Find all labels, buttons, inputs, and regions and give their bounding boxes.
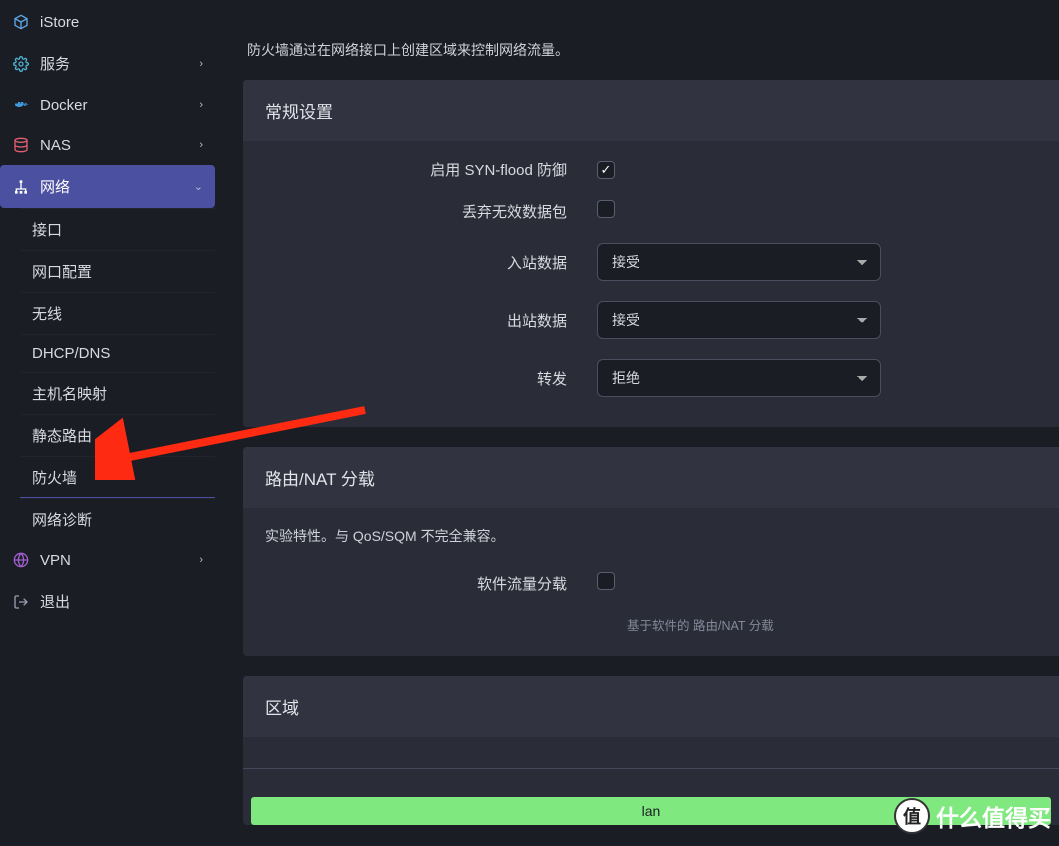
chevron-right-icon: › xyxy=(199,554,203,566)
docker-icon xyxy=(12,96,30,114)
label-drop-invalid: 丢弃无效数据包 xyxy=(265,201,597,222)
subitem-hostnames[interactable]: 主机名映射 xyxy=(20,372,215,414)
sidebar-item-label: iStore xyxy=(40,14,79,31)
sidebar-item-nas[interactable]: NAS › xyxy=(0,125,215,165)
label-output: 出站数据 xyxy=(265,310,597,331)
sidebar-item-network[interactable]: 网络 ⌄ xyxy=(0,165,215,208)
gear-icon xyxy=(12,55,30,73)
checkbox-syn-flood[interactable] xyxy=(597,161,615,179)
sidebar-item-services[interactable]: 服务 › xyxy=(0,42,215,85)
select-output[interactable]: 接受 xyxy=(597,301,881,339)
hint-sw-offload: 基于软件的 路由/NAT 分载 xyxy=(265,615,1041,634)
watermark-badge-icon: 值 xyxy=(894,798,930,834)
label-sw-offload: 软件流量分载 xyxy=(265,573,597,594)
subitem-static-routes[interactable]: 静态路由 xyxy=(20,414,215,456)
select-input[interactable]: 接受 xyxy=(597,243,881,281)
checkbox-drop-invalid[interactable] xyxy=(597,200,615,218)
sidebar-item-docker[interactable]: Docker › xyxy=(0,85,215,125)
watermark: 值 什么值得买 xyxy=(894,798,1051,834)
panel-general: 常规设置 启用 SYN-flood 防御 丢弃无效数据包 入站数据 接受 出站数… xyxy=(243,80,1059,427)
subitem-interfaces[interactable]: 接口 xyxy=(20,208,215,250)
label-forward: 转发 xyxy=(265,368,597,389)
panel-nat-offload: 路由/NAT 分载 实验特性。与 QoS/SQM 不完全兼容。 软件流量分载 基… xyxy=(243,447,1059,656)
subitem-firewall[interactable]: 防火墙 xyxy=(20,456,215,498)
chevron-down-icon: ⌄ xyxy=(194,180,203,193)
panel-header-nat: 路由/NAT 分载 xyxy=(243,447,1059,508)
sidebar-item-label: 服务 xyxy=(40,53,70,74)
label-syn-flood: 启用 SYN-flood 防御 xyxy=(265,159,597,180)
sidebar-item-logout[interactable]: 退出 xyxy=(0,580,215,623)
logout-icon xyxy=(12,593,30,611)
chevron-right-icon: › xyxy=(199,58,203,70)
page-description: 防火墙通过在网络接口上创建区域来控制网络流量。 xyxy=(243,0,1059,80)
sidebar-item-vpn[interactable]: VPN › xyxy=(0,540,215,580)
watermark-text: 什么值得买 xyxy=(936,799,1051,833)
checkbox-sw-offload[interactable] xyxy=(597,572,615,590)
subitem-dhcp-dns[interactable]: DHCP/DNS xyxy=(20,334,215,372)
nat-note: 实验特性。与 QoS/SQM 不完全兼容。 xyxy=(265,526,1041,572)
sidebar-item-label: Docker xyxy=(40,97,88,114)
sidebar-item-istore[interactable]: iStore xyxy=(0,2,215,42)
sidebar-item-label: NAS xyxy=(40,137,71,154)
database-icon xyxy=(12,136,30,154)
subitem-wireless[interactable]: 无线 xyxy=(20,292,215,334)
chevron-right-icon: › xyxy=(199,139,203,151)
panel-header-general: 常规设置 xyxy=(243,80,1059,141)
cube-icon xyxy=(12,13,30,31)
label-input: 入站数据 xyxy=(265,252,597,273)
sidebar-item-label: 退出 xyxy=(40,591,70,612)
panel-header-zones: 区域 xyxy=(243,676,1059,737)
chevron-right-icon: › xyxy=(199,99,203,111)
subitem-port-config[interactable]: 网口配置 xyxy=(20,250,215,292)
network-submenu: 接口 网口配置 无线 DHCP/DNS 主机名映射 静态路由 防火墙 网络诊断 xyxy=(0,208,215,540)
main-content: 防火墙通过在网络接口上创建区域来控制网络流量。 常规设置 启用 SYN-floo… xyxy=(215,0,1059,846)
sitemap-icon xyxy=(12,178,30,196)
globe-icon xyxy=(12,551,30,569)
select-forward[interactable]: 拒绝 xyxy=(597,359,881,397)
sidebar-item-label: VPN xyxy=(40,552,71,569)
sidebar: iStore 服务 › Docker › NAS › 网络 ⌄ 接口 网口配置 … xyxy=(0,0,215,846)
sidebar-item-label: 网络 xyxy=(40,176,70,197)
subitem-diagnostics[interactable]: 网络诊断 xyxy=(20,498,215,540)
